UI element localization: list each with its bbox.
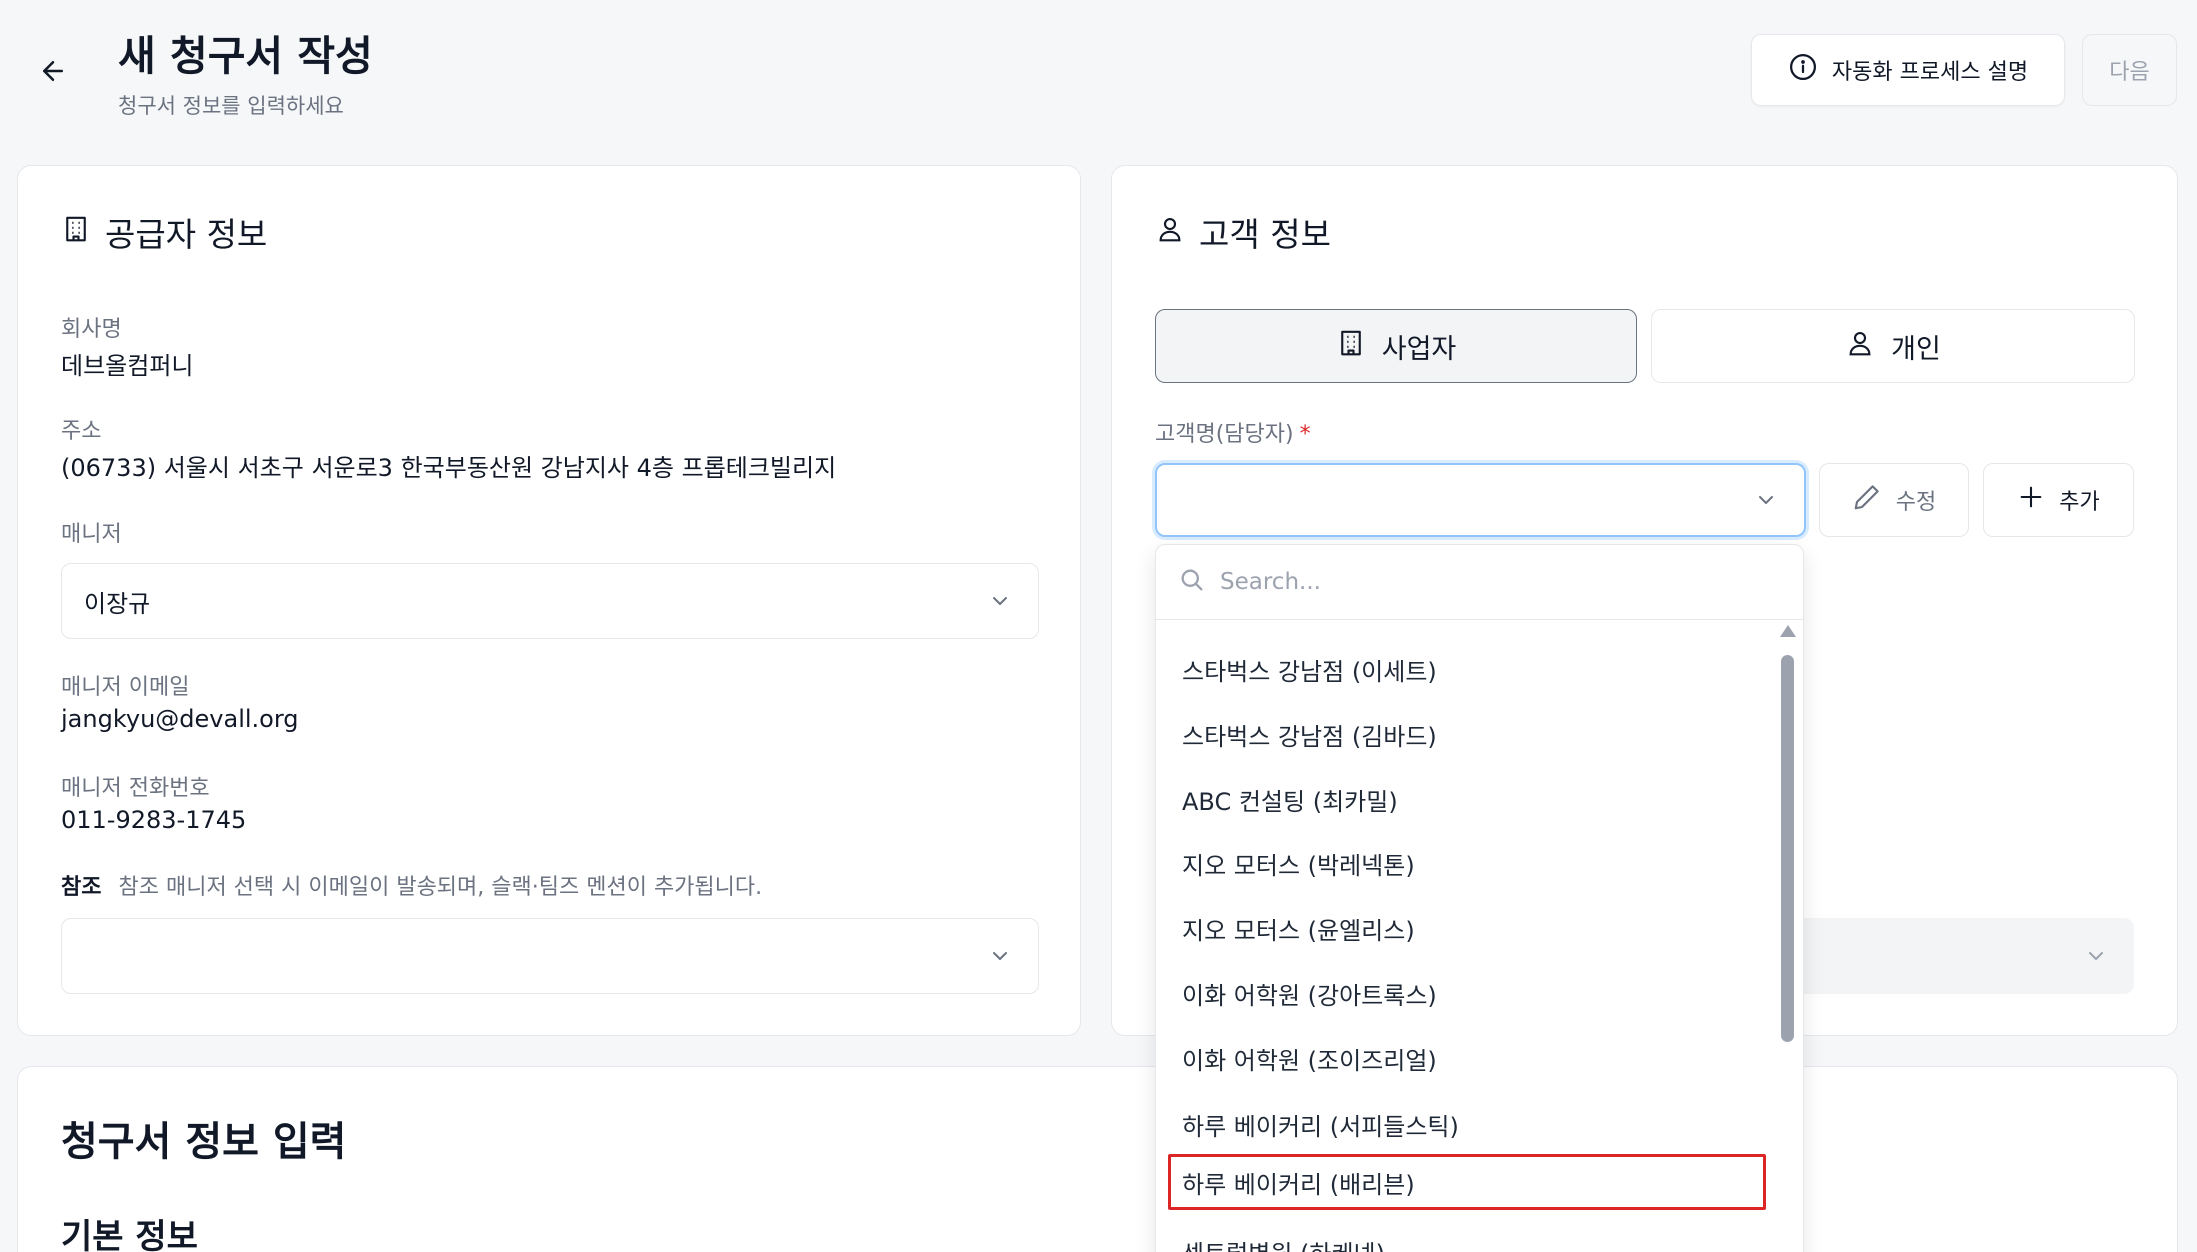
dropdown-scrollbar[interactable]	[1778, 625, 1796, 1252]
manager-phone-label: 매니저 전화번호	[61, 776, 210, 801]
page-subtitle: 청구서 정보를 입력하세요	[118, 94, 344, 118]
required-mark: *	[1299, 422, 1311, 447]
manager-phone-value: 011-9283-1745	[61, 806, 247, 834]
company-name-label: 회사명	[61, 317, 122, 342]
customer-option[interactable]: 하루 베이커리 (서피들스틱)	[1168, 1098, 1766, 1150]
manager-email-label: 매니저 이메일	[61, 675, 190, 700]
customer-option[interactable]: 스타벅스 강남점 (이세트)	[1168, 643, 1766, 695]
scrollbar-thumb[interactable]	[1781, 655, 1794, 1042]
segment-personal-button[interactable]: 개인	[1651, 309, 2135, 383]
invoice-info-title: 청구서 정보 입력	[61, 1119, 347, 1165]
invoice-create-page: 새 청구서 작성 청구서 정보를 입력하세요 자동화 프로세스 설명 다음 공급…	[0, 0, 2197, 1252]
address-label: 주소	[61, 419, 102, 444]
customer-dropdown: 스타벅스 강남점 (이세트) 스타벅스 강남점 (김바드) ABC 컨설팅 (최…	[1155, 544, 1804, 1252]
add-customer-button[interactable]: 추가	[1983, 463, 2134, 537]
manager-label: 매니저	[61, 522, 122, 547]
customer-option[interactable]: ABC 컨설팅 (최카밀)	[1168, 773, 1766, 825]
chevron-down-icon	[988, 589, 1012, 613]
supplier-title-text: 공급자 정보	[105, 215, 268, 254]
manager-select-value: 이장규	[84, 589, 151, 618]
arrow-left-icon	[38, 56, 68, 90]
manager-email-value: jangkyu@devall.org	[61, 705, 299, 733]
plus-icon	[2017, 483, 2045, 517]
chevron-down-icon	[988, 944, 1012, 968]
cc-help-text: 참조 매니저 선택 시 이메일이 발송되며, 슬랙·팀즈 멘션이 추가됩니다.	[118, 875, 763, 900]
automation-help-label: 자동화 프로세스 설명	[1831, 60, 2029, 85]
edit-customer-button[interactable]: 수정	[1819, 463, 1969, 537]
invoice-info-card: 청구서 정보 입력 기본 정보	[17, 1066, 2178, 1252]
customer-option[interactable]: 센트럴병원 (하케넨)	[1168, 1225, 1766, 1252]
customer-option[interactable]: 스타벅스 강남점 (김바드)	[1168, 708, 1766, 760]
page-title: 새 청구서 작성	[118, 32, 373, 80]
scroll-up-arrow-icon[interactable]	[1780, 625, 1796, 637]
chevron-down-icon	[2084, 944, 2108, 968]
customer-option-highlighted[interactable]: 하루 베이커리 (배리븐)	[1168, 1154, 1766, 1210]
info-icon	[1788, 52, 1818, 88]
customer-name-select[interactable]	[1155, 463, 1806, 537]
customer-name-label-text: 고객명(담당자)	[1155, 422, 1294, 447]
supplier-card-title: 공급자 정보	[61, 208, 267, 256]
pencil-icon	[1852, 482, 1882, 518]
segment-business-label: 사업자	[1381, 333, 1457, 365]
address-value: (06733) 서울시 서초구 서운로3 한국부동산원 강남지사 4층 프롭테크…	[61, 454, 837, 482]
dropdown-search-input[interactable]	[1220, 569, 1760, 595]
user-icon	[1155, 213, 1185, 252]
user-icon	[1845, 328, 1875, 365]
customer-option[interactable]: 이화 어학원 (조이즈리얼)	[1168, 1032, 1766, 1084]
customer-option[interactable]: 이화 어학원 (강아트록스)	[1168, 967, 1766, 1019]
company-name-value: 데브올컴퍼니	[61, 352, 194, 380]
cc-manager-select[interactable]	[61, 918, 1039, 994]
customer-option[interactable]: 지오 모터스 (박레넥톤)	[1168, 837, 1766, 889]
customer-card-title: 고객 정보	[1155, 208, 1331, 256]
next-button[interactable]: 다음	[2082, 34, 2177, 106]
manager-select[interactable]: 이장규	[61, 563, 1039, 639]
customer-option[interactable]: 지오 모터스 (윤엘리스)	[1168, 902, 1766, 954]
segment-personal-label: 개인	[1891, 333, 1941, 365]
back-button[interactable]	[30, 50, 76, 96]
dropdown-search	[1156, 545, 1803, 620]
segment-business-button[interactable]: 사업자	[1155, 309, 1637, 383]
add-customer-label: 추가	[2059, 490, 2100, 515]
cc-note: 참조 참조 매니저 선택 시 이메일이 발송되며, 슬랙·팀즈 멘션이 추가됩니…	[61, 869, 762, 901]
customer-title-text: 고객 정보	[1199, 215, 1331, 254]
automation-help-button[interactable]: 자동화 프로세스 설명	[1751, 34, 2065, 106]
supplier-card: 공급자 정보 회사명 데브올컴퍼니 주소 (06733) 서울시 서초구 서운로…	[17, 165, 1081, 1036]
basic-info-heading: 기본 정보	[61, 1217, 198, 1252]
building-icon	[1336, 328, 1366, 365]
cc-label: 참조	[61, 875, 102, 900]
chevron-down-icon	[1754, 488, 1778, 512]
edit-customer-label: 수정	[1895, 490, 1937, 515]
customer-name-label: 고객명(담당자) *	[1155, 416, 1311, 448]
building-icon	[61, 213, 91, 252]
search-icon	[1178, 566, 1206, 598]
